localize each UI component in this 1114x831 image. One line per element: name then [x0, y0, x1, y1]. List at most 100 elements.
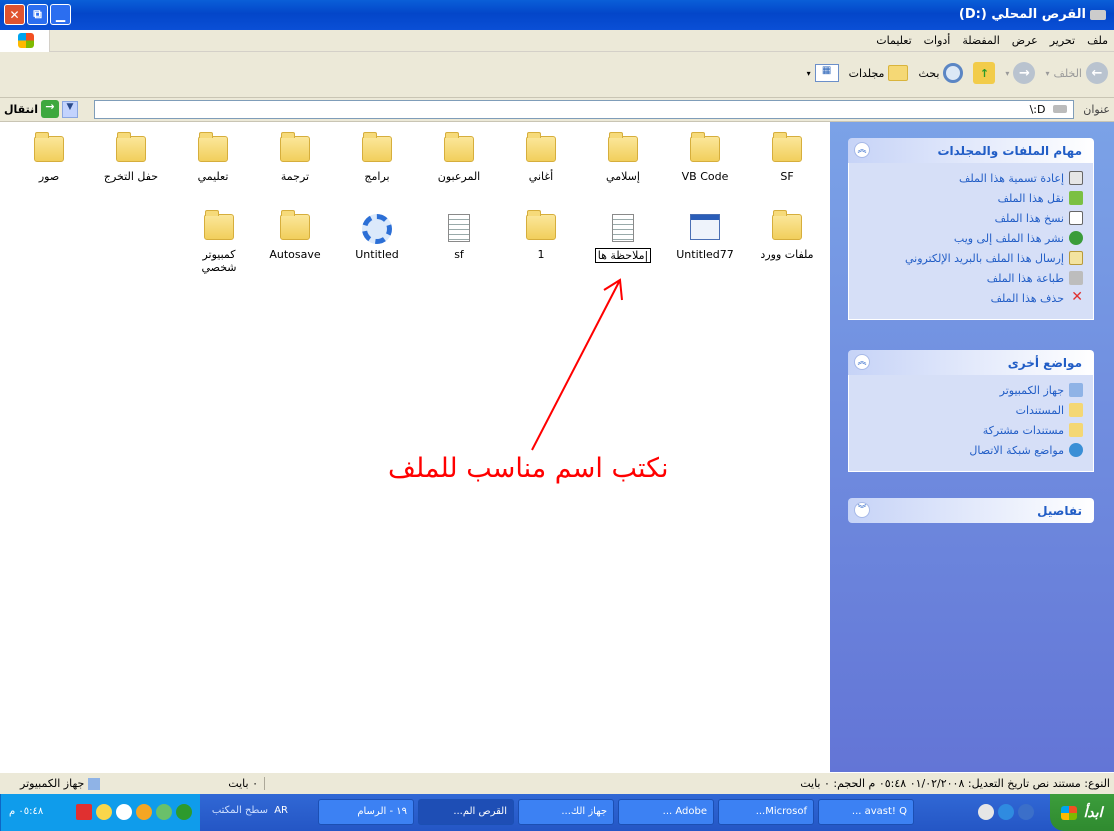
tray-app-icon[interactable] — [116, 804, 132, 820]
task-publish[interactable]: نشر هذا الملف إلى ويب — [853, 231, 1083, 245]
file-item-renaming[interactable]: ملاحظة ها| — [582, 214, 664, 263]
task-rename[interactable]: إعادة تسمية هذا الملف — [853, 171, 1083, 185]
taskbar-item[interactable]: Adobe ... — [618, 799, 714, 825]
tray-messenger-icon[interactable] — [96, 804, 112, 820]
start-button[interactable]: ابدأ — [1050, 794, 1114, 831]
tray-avast-icon[interactable] — [136, 804, 152, 820]
drive-icon — [1090, 9, 1106, 20]
up-folder-icon[interactable]: ↑ — [973, 62, 996, 84]
folder-item[interactable]: المرعبون — [418, 136, 500, 183]
views-icon: ▦ — [814, 64, 839, 82]
folder-item[interactable]: 1 — [500, 214, 582, 261]
gear-icon — [362, 214, 392, 244]
back-arrow-icon: ← — [1086, 62, 1108, 84]
go-arrow-icon[interactable]: → — [40, 100, 59, 118]
menu-tools[interactable]: أدوات — [924, 34, 951, 47]
details-box: تفاصيل ︾ — [848, 498, 1094, 523]
taskbar-item[interactable]: ١٩ - الرسام — [318, 799, 414, 825]
collapse-icon[interactable]: ︽ — [854, 142, 870, 158]
place-network[interactable]: مواضع شبكة الاتصال — [853, 443, 1083, 457]
folder-item[interactable]: SF — [746, 136, 828, 183]
folder-icon — [362, 136, 392, 162]
task-copy[interactable]: نسخ هذا الملف — [853, 211, 1083, 225]
folder-item[interactable]: ترجمة — [254, 136, 336, 183]
folder-item[interactable]: صور — [8, 136, 90, 183]
folder-item[interactable]: حفل التخرج — [90, 136, 172, 183]
place-label: جهاز الكمبيوتر — [999, 383, 1064, 397]
language-indicator[interactable]: AR — [274, 805, 288, 816]
details-header[interactable]: تفاصيل ︾ — [848, 498, 1094, 523]
quicklaunch-media-icon[interactable] — [978, 804, 994, 820]
desktop-toolbar[interactable]: سطح المكتب — [212, 805, 268, 816]
folders-button[interactable]: مجلدات — [849, 65, 909, 81]
search-label: بحث — [918, 66, 940, 80]
place-documents[interactable]: المستندات — [853, 403, 1083, 417]
task-move[interactable]: نقل هذا الملف — [853, 191, 1083, 205]
place-my-computer[interactable]: جهاز الكمبيوتر — [853, 383, 1083, 397]
menu-view[interactable]: عرض — [1012, 34, 1038, 47]
back-button[interactable]: ← الخلف ▾ — [1045, 62, 1108, 84]
tray-network-icon[interactable] — [156, 804, 172, 820]
collapse-icon[interactable]: ︽ — [854, 354, 870, 370]
item-label: إسلامي — [606, 170, 640, 183]
folder-item[interactable]: أغاني — [500, 136, 582, 183]
windows-flag-icon — [1061, 805, 1078, 820]
file-item[interactable]: Untitled77 — [664, 214, 746, 261]
address-dropdown-icon[interactable]: ▼ — [61, 100, 78, 118]
views-button[interactable]: ▦ ▾ — [807, 64, 839, 82]
email-icon — [1069, 251, 1083, 265]
search-button[interactable]: بحث — [918, 63, 964, 83]
status-bar: النوع: مستند نص تاريخ التعديل: ٠١/٠٢/٢٠٠… — [0, 772, 1114, 794]
folder-item[interactable]: VB Code — [664, 136, 746, 183]
folder-icon — [280, 214, 310, 240]
computer-icon — [88, 777, 101, 790]
place-label: المستندات — [1015, 403, 1064, 417]
folder-item[interactable]: Autosave — [254, 214, 336, 261]
taskbar-item-active[interactable]: القرص الم... — [418, 799, 514, 825]
item-label: 1 — [537, 248, 545, 261]
file-item[interactable]: sf — [418, 214, 500, 261]
task-delete[interactable]: ✕ حذف هذا الملف — [853, 290, 1083, 305]
folder-item[interactable]: برامج — [336, 136, 418, 183]
close-button[interactable]: ✕ — [4, 4, 25, 25]
other-places-header[interactable]: مواضع أخرى ︽ — [848, 350, 1094, 375]
menu-bar: ملف تحرير عرض المفضلة أدوات تعليمات — [0, 30, 1114, 52]
forward-button[interactable]: → ▾ — [1005, 62, 1036, 84]
task-label: نشر هذا الملف إلى ويب — [953, 231, 1064, 245]
taskbar-item[interactable]: جهاز الك... — [518, 799, 614, 825]
item-label: ترجمة — [280, 170, 310, 183]
address-input[interactable]: D:\ — [94, 100, 1074, 119]
item-label: أغاني — [528, 170, 554, 183]
quicklaunch-ie-icon[interactable] — [998, 804, 1014, 820]
title-bar: القرص المحلي (:D) ✕ ⧉ ▁ — [0, 0, 1114, 30]
go-button[interactable]: انتقال — [4, 103, 38, 116]
folders-label: مجلدات — [848, 66, 885, 80]
expand-icon[interactable]: ︾ — [854, 502, 870, 518]
minimize-button[interactable]: ▁ — [50, 4, 71, 25]
task-email[interactable]: إرسال هذا الملف بالبريد الإلكتروني — [853, 251, 1083, 265]
taskbar-item[interactable]: avast! Q ... — [818, 799, 914, 825]
tray-arrow-icon[interactable] — [176, 804, 192, 820]
file-item[interactable]: Untitled — [336, 214, 418, 261]
folder-item[interactable]: كمبيوتر شخصي — [184, 214, 254, 274]
menu-favorites[interactable]: المفضلة — [962, 34, 999, 47]
quicklaunch-desktop-icon[interactable] — [1018, 804, 1034, 820]
folder-item[interactable]: إسلامي — [582, 136, 664, 183]
folder-item[interactable]: تعليمي — [172, 136, 254, 183]
folder-icon — [280, 136, 310, 162]
task-print[interactable]: طباعة هذا الملف — [853, 271, 1083, 285]
rename-input[interactable]: ملاحظة ها| — [594, 248, 652, 263]
menu-help[interactable]: تعليمات — [876, 34, 911, 47]
item-label: المرعبون — [437, 170, 481, 183]
taskbar-item[interactable]: Microsof... — [718, 799, 814, 825]
menu-edit[interactable]: تحرير — [1050, 34, 1075, 47]
folder-item[interactable]: ملفات وورد — [746, 214, 828, 261]
menu-file[interactable]: ملف — [1087, 34, 1108, 47]
place-label: مستندات مشتركة — [982, 423, 1064, 437]
place-shared-documents[interactable]: مستندات مشتركة — [853, 423, 1083, 437]
tray-volume-muted-icon[interactable] — [76, 804, 92, 820]
text-document-icon — [612, 214, 634, 242]
file-tasks-header[interactable]: مهام الملفات والمجلدات ︽ — [848, 138, 1094, 163]
maximize-button[interactable]: ⧉ — [27, 4, 48, 25]
back-label: الخلف — [1053, 66, 1082, 80]
